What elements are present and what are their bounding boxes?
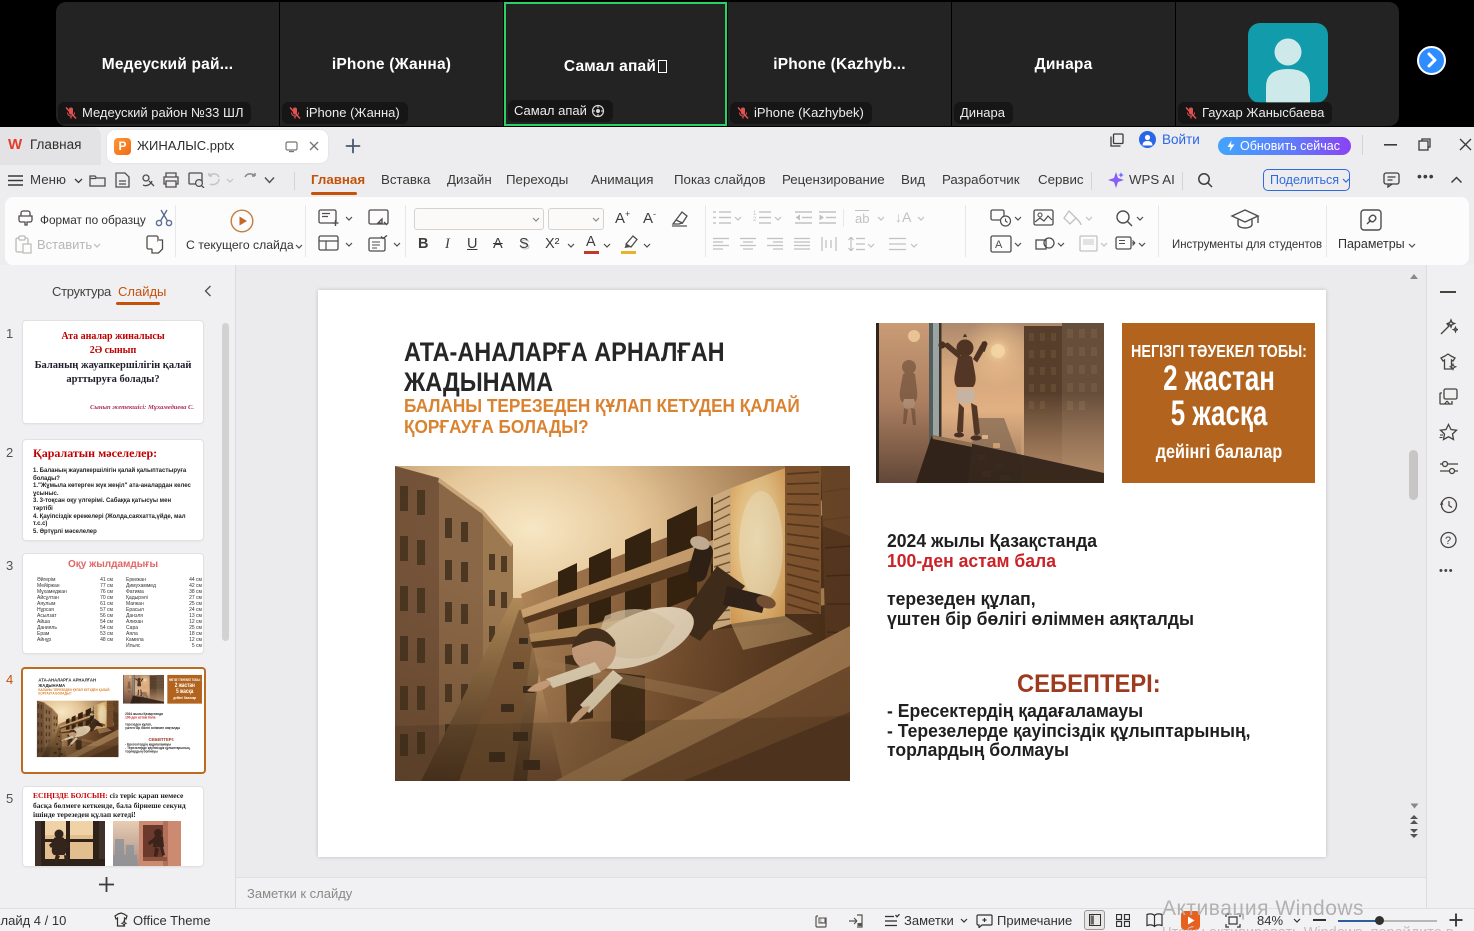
svg-text:A: A [995, 239, 1003, 251]
svg-text:?: ? [1445, 535, 1451, 547]
svg-text:L: L [820, 919, 823, 925]
svg-text:2: 2 [753, 217, 757, 223]
